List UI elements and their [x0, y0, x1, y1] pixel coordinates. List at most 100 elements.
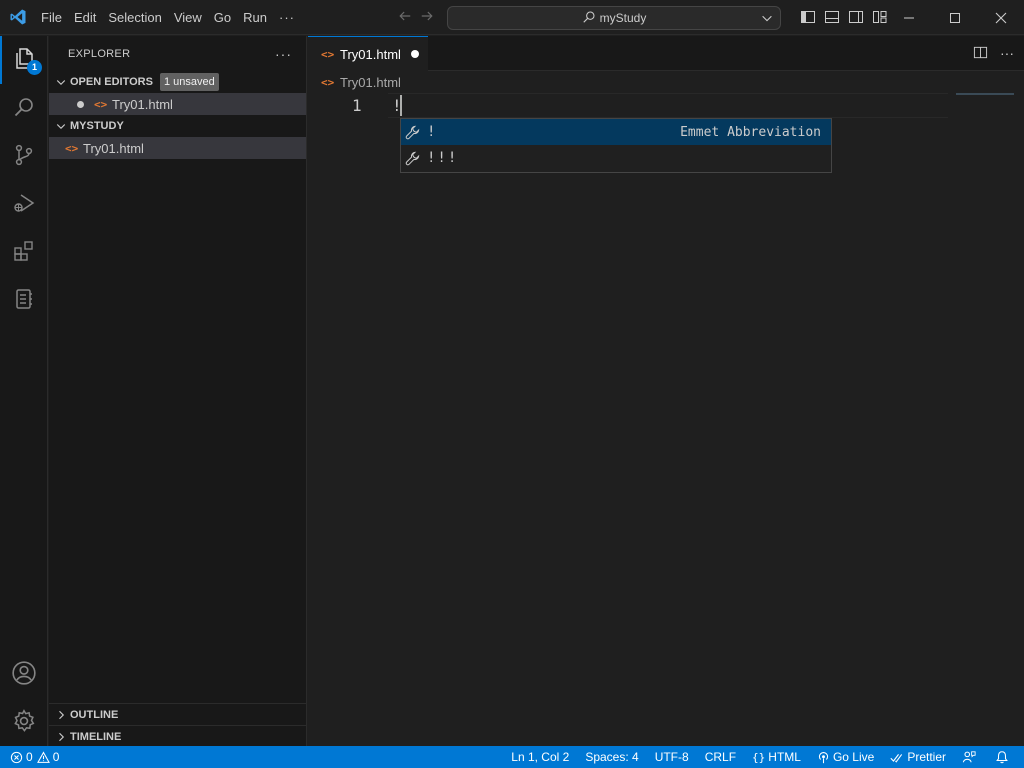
suggestion-item[interactable]: !!!	[401, 145, 831, 171]
menu-more-button[interactable]: ···	[273, 0, 301, 35]
editor-more-actions-button[interactable]: ···	[1000, 45, 1014, 63]
prettier-label: Prettier	[907, 750, 946, 764]
error-icon	[10, 751, 23, 764]
navigation-arrows	[398, 9, 434, 28]
warning-count: 0	[52, 750, 60, 764]
text-cursor	[400, 95, 402, 116]
search-icon	[582, 10, 596, 27]
prettier-status[interactable]: Prettier	[882, 746, 954, 768]
suggestion-item[interactable]: ! Emmet Abbreviation	[401, 119, 831, 145]
menu-go[interactable]: Go	[208, 0, 237, 35]
maximize-icon[interactable]	[932, 0, 978, 35]
accounts-activity-button[interactable]	[0, 650, 48, 698]
snippet-wrench-icon	[403, 123, 421, 141]
bell-icon	[995, 750, 1009, 764]
double-check-icon	[890, 751, 904, 764]
editor-actions: ···	[973, 45, 1014, 63]
chevron-down-icon[interactable]	[760, 11, 774, 28]
manage-activity-button[interactable]	[0, 698, 48, 746]
explorer-badge: 1	[27, 60, 42, 75]
go-live-status[interactable]: Go Live	[809, 746, 882, 768]
activity-bar: 1	[0, 36, 48, 746]
language-label: HTML	[768, 750, 801, 764]
outline-section-header[interactable]: OUTLINE	[49, 703, 306, 725]
toggle-secondary-sidebar-icon[interactable]	[848, 9, 864, 25]
split-editor-icon[interactable]	[973, 45, 988, 63]
source-control-icon	[12, 143, 36, 170]
open-editor-item[interactable]: <> Try01.html	[49, 93, 306, 115]
folder-section-header[interactable]: MYSTUDY	[49, 115, 306, 137]
menu-file[interactable]: File	[35, 0, 68, 35]
run-debug-icon	[12, 191, 36, 218]
run-debug-activity-button[interactable]	[0, 180, 48, 228]
code-editor[interactable]: 1 !	[308, 93, 1024, 746]
language-mode-status[interactable]: {} HTML	[744, 746, 809, 768]
html-file-icon: <>	[321, 75, 335, 89]
indentation-status[interactable]: Spaces: 4	[577, 746, 646, 768]
warning-icon	[36, 750, 50, 764]
unsaved-dot-icon[interactable]	[410, 50, 419, 58]
tab-label: Try01.html	[340, 46, 401, 62]
html-file-icon: <>	[321, 47, 335, 61]
suggest-widget: ! Emmet Abbreviation !!!	[400, 118, 832, 173]
menu-edit[interactable]: Edit	[68, 0, 102, 35]
chevron-down-icon	[53, 76, 69, 88]
notebook-activity-button[interactable]	[0, 276, 48, 324]
encoding-status[interactable]: UTF-8	[647, 746, 697, 768]
source-control-activity-button[interactable]	[0, 132, 48, 180]
status-left: 0 0	[0, 746, 63, 768]
open-editors-section-header[interactable]: OPEN EDITORS 1 unsaved	[49, 71, 306, 93]
line-number: 1	[352, 96, 362, 115]
html-file-icon: <>	[65, 141, 79, 155]
timeline-section-header[interactable]: TIMELINE	[49, 725, 306, 747]
minimap-slider[interactable]	[956, 93, 1014, 95]
braces-icon: {}	[752, 750, 766, 764]
breadcrumb-file[interactable]: Try01.html	[340, 75, 401, 90]
tab-try01-html[interactable]: <> Try01.html	[308, 36, 428, 71]
command-center-search[interactable]: myStudy	[447, 6, 781, 30]
toggle-primary-sidebar-icon[interactable]	[800, 9, 816, 25]
snippet-wrench-icon	[403, 149, 421, 167]
menu-view[interactable]: View	[168, 0, 208, 35]
explorer-activity-button[interactable]: 1	[0, 36, 48, 84]
forward-arrow-icon[interactable]	[420, 9, 434, 28]
vertical-scrollbar[interactable]	[1020, 93, 1024, 746]
suggestion-label: !!!	[427, 150, 459, 166]
feedback-status[interactable]	[954, 746, 987, 768]
minimize-icon[interactable]	[886, 0, 932, 35]
toggle-panel-icon[interactable]	[824, 9, 840, 25]
unsaved-dot-icon[interactable]	[77, 100, 84, 108]
eol-status[interactable]: CRLF	[697, 746, 744, 768]
status-right: Ln 1, Col 2 Spaces: 4 UTF-8 CRLF {} HTML…	[503, 746, 1020, 768]
folder-label: MYSTUDY	[70, 120, 124, 132]
menu-selection[interactable]: Selection	[102, 0, 167, 35]
problems-status[interactable]: 0 0	[6, 746, 63, 768]
close-icon[interactable]	[978, 0, 1024, 35]
chevron-down-icon	[53, 120, 69, 132]
editor-tabs: <> Try01.html ···	[308, 36, 1024, 71]
breadcrumb: <> Try01.html	[308, 71, 1024, 93]
layout-controls	[800, 9, 888, 25]
chevron-right-icon	[53, 709, 69, 721]
back-arrow-icon[interactable]	[398, 9, 412, 28]
sidebar-title: EXPLORER	[68, 47, 131, 60]
broadcast-icon	[817, 751, 830, 764]
timeline-label: TIMELINE	[70, 730, 122, 743]
search-activity-button[interactable]	[0, 84, 48, 132]
suggestion-detail: Emmet Abbreviation	[680, 124, 821, 140]
file-tree-item[interactable]: <> Try01.html	[49, 137, 306, 159]
search-icon	[12, 95, 36, 122]
open-editor-filename: Try01.html	[112, 96, 173, 112]
notebook-icon	[12, 287, 36, 314]
sidebar-more-actions-button[interactable]: ···	[275, 46, 292, 62]
explorer-sidebar: EXPLORER ··· OPEN EDITORS 1 unsaved <> T…	[49, 36, 307, 746]
notifications-status[interactable]	[987, 746, 1020, 768]
command-center-text: myStudy	[599, 11, 647, 25]
cursor-position-status[interactable]: Ln 1, Col 2	[503, 746, 577, 768]
extensions-activity-button[interactable]	[0, 228, 48, 276]
feedback-person-icon	[962, 750, 976, 764]
suggestion-label: !	[427, 124, 436, 140]
go-live-label: Go Live	[832, 750, 875, 764]
menu-run[interactable]: Run	[237, 0, 273, 35]
extensions-icon	[12, 239, 36, 266]
